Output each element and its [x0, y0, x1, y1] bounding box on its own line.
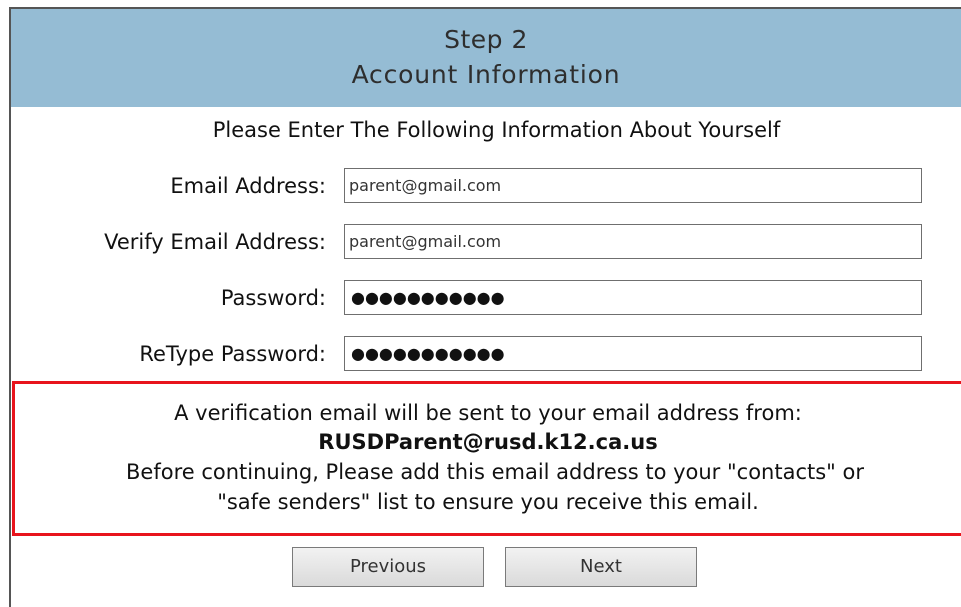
- notice-line-1: A verification email will be sent to you…: [174, 401, 802, 425]
- step-header: Step 2 Account Information: [11, 9, 961, 107]
- next-button[interactable]: Next: [505, 547, 697, 587]
- step-number: Step 2: [444, 25, 528, 54]
- verify-email-field[interactable]: parent@gmail.com: [344, 224, 922, 259]
- email-label: Email Address:: [170, 174, 326, 198]
- password-label: Password:: [220, 286, 326, 310]
- verify-email-label: Verify Email Address:: [104, 230, 326, 254]
- section-title: Account Information: [351, 60, 621, 89]
- retype-password-label: ReType Password:: [139, 342, 326, 366]
- sender-email-address: RUSDParent@rusd.k12.ca.us: [318, 430, 658, 454]
- form-instruction: Please Enter The Following Information A…: [212, 118, 781, 142]
- notice-line-4: "safe senders" list to ensure you receiv…: [217, 490, 759, 514]
- email-field[interactable]: parent@gmail.com: [344, 168, 922, 203]
- previous-button[interactable]: Previous: [292, 547, 484, 587]
- password-field[interactable]: ●●●●●●●●●●●: [344, 280, 922, 315]
- notice-line-3: Before continuing, Please add this email…: [126, 460, 864, 484]
- retype-password-field[interactable]: ●●●●●●●●●●●: [344, 336, 922, 371]
- verification-notice: A verification email will be sent to you…: [12, 381, 961, 536]
